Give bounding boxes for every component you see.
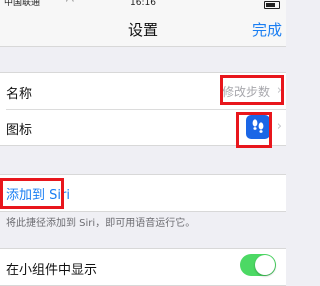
chevron-right-icon: › bbox=[276, 119, 282, 134]
icon-row-label: 图标 bbox=[6, 123, 33, 138]
widget-label: 在小组件中显示 bbox=[6, 263, 98, 278]
toggle-knob bbox=[255, 255, 275, 275]
navigation-bar: 设置 完成 bbox=[0, 12, 286, 47]
siri-hint: 将此捷径添加到 Siri，即可用语音运行它。 bbox=[6, 218, 196, 229]
widget-row: 在小组件中显示 bbox=[0, 249, 286, 285]
add-to-siri-highlight bbox=[0, 178, 64, 209]
battery-icon bbox=[264, 1, 280, 9]
clock: 16:16 bbox=[130, 0, 156, 8]
page-title: 设置 bbox=[127, 21, 158, 39]
done-button[interactable]: 完成 bbox=[252, 19, 282, 40]
status-bar: 中国联通 ◠ 16:16 bbox=[0, 0, 286, 12]
name-row-label: 名称 bbox=[6, 87, 33, 102]
widget-toggle[interactable] bbox=[240, 254, 276, 276]
name-value-highlight bbox=[220, 75, 284, 105]
widget-group: 在小组件中显示 bbox=[0, 248, 286, 286]
icon-highlight bbox=[236, 112, 272, 148]
